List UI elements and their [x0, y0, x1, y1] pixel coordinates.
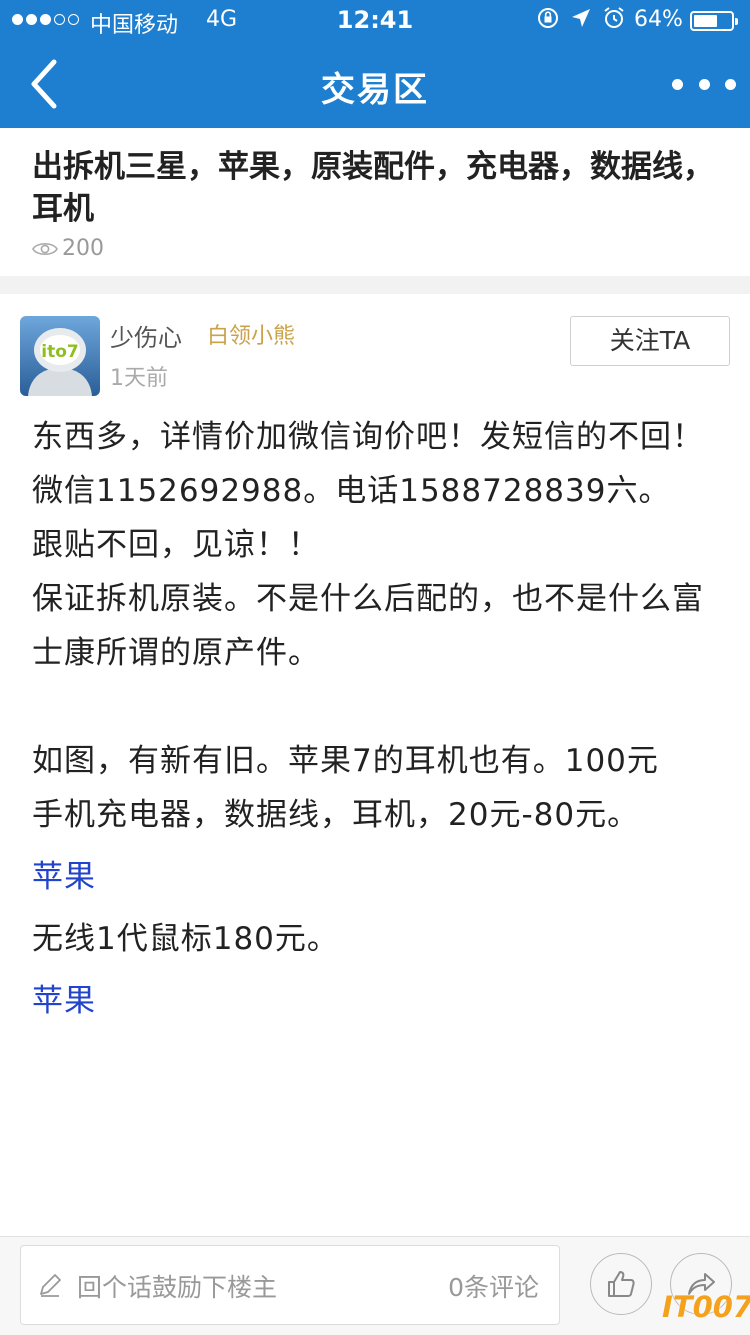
post-time: 1天前: [110, 366, 168, 391]
post-header: 出拆机三星，苹果，原装配件，充电器，数据线，耳机 200: [0, 128, 750, 276]
nav-bar: 交易区: [0, 40, 750, 128]
content-line: 如图，有新有旧。苹果7的耳机也有。100元: [32, 743, 659, 779]
content-link[interactable]: 苹果: [32, 850, 722, 904]
more-button[interactable]: [672, 70, 736, 98]
share-button[interactable]: [670, 1253, 732, 1315]
comment-count[interactable]: 0条评论: [448, 1268, 539, 1304]
orientation-lock-icon: [538, 8, 558, 28]
content-line: 跟贴不回，见谅！！: [32, 527, 320, 563]
view-count-value: 200: [62, 236, 104, 261]
comment-input[interactable]: 回个话鼓励下楼主 0条评论: [20, 1245, 560, 1325]
alarm-icon: [604, 7, 624, 28]
like-button[interactable]: [590, 1253, 652, 1315]
page-title: 交易区: [321, 70, 429, 110]
thumbs-up-icon: [608, 1271, 635, 1297]
post-title: 出拆机三星，苹果，原装配件，充电器，数据线，耳机: [32, 149, 714, 227]
avatar-image: ito7: [20, 316, 100, 396]
content-line: 保证拆机原装。不是什么后配的，也不是什么富士康所谓的原产件。: [32, 581, 704, 671]
pencil-icon: [40, 1274, 61, 1297]
avatar[interactable]: ito7: [20, 316, 100, 396]
comment-placeholder: 回个话鼓励下楼主: [77, 1273, 278, 1302]
battery-icon: [690, 11, 738, 31]
eye-icon: [32, 242, 58, 255]
top-bar: 中国移动 4G 12:41 64% 交易区: [0, 0, 750, 128]
share-icon: [688, 1273, 715, 1295]
status-icons: [536, 6, 626, 30]
author-name[interactable]: 少伤心: [110, 318, 182, 353]
more-dots-icon: [672, 78, 683, 90]
content-line: 微信1152692988。电话1588728839六。: [32, 473, 671, 509]
status-bar: 中国移动 4G 12:41 64%: [0, 0, 750, 40]
post-content: 东西多，详情价加微信询价吧！发短信的不回！ 微信1152692988。电话158…: [32, 410, 722, 1028]
author-level: 白领小熊: [207, 324, 296, 349]
content-line: 东西多，详情价加微信询价吧！发短信的不回！: [32, 419, 704, 455]
battery-percent: 64%: [634, 7, 683, 32]
content-line: 手机充电器，数据线，耳机，20元-80元。: [32, 797, 640, 833]
bottom-bar: 回个话鼓励下楼主 0条评论: [0, 1236, 750, 1335]
follow-button[interactable]: 关注TA: [570, 316, 730, 366]
view-count: 200: [32, 236, 104, 261]
location-arrow-icon: [572, 9, 590, 27]
content-line: 无线1代鼠标180元。: [32, 921, 339, 957]
content-link[interactable]: 苹果: [32, 974, 722, 1028]
avatar-logo-text: ito7: [41, 342, 78, 362]
section-divider: [0, 276, 750, 294]
